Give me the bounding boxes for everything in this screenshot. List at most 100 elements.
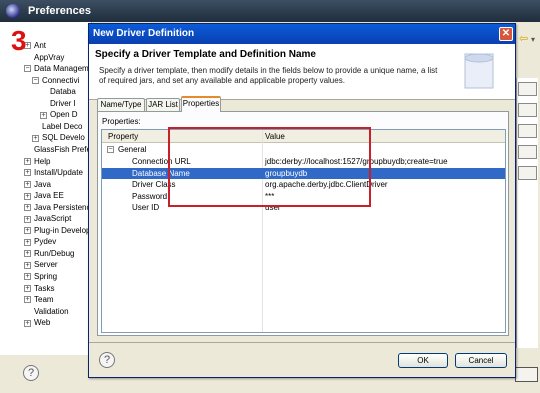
expand-icon[interactable]: + xyxy=(24,157,31,165)
tree-item[interactable]: Label Deco xyxy=(32,121,82,132)
tree-item-label: Databa xyxy=(50,87,76,97)
tree-item-label: Tasks xyxy=(34,283,55,293)
tree-item-label: SQL Develo xyxy=(42,133,85,143)
cancel-button[interactable]: Cancel xyxy=(455,353,507,368)
expand-icon[interactable]: + xyxy=(24,319,31,327)
expand-icon[interactable]: + xyxy=(24,180,31,188)
tab-properties[interactable]: Properties xyxy=(181,96,221,112)
expand-icon[interactable]: + xyxy=(24,261,31,269)
tree-item[interactable]: + Team xyxy=(24,294,54,305)
expand-icon[interactable]: + xyxy=(24,215,31,223)
close-icon[interactable]: ✕ xyxy=(499,27,513,41)
nav-menu-icon[interactable]: ▾ xyxy=(531,35,535,44)
tree-item[interactable]: AppVray xyxy=(24,52,64,63)
tree-item[interactable]: + Java xyxy=(24,179,51,190)
side-button-2[interactable] xyxy=(518,103,537,117)
driver-wizard-icon xyxy=(464,53,494,89)
tree-item-label: Install/Update xyxy=(34,168,83,178)
tree-item-label: Driver I xyxy=(50,98,76,108)
tree-item[interactable]: + Java Persistenc xyxy=(24,202,90,213)
expand-icon[interactable]: + xyxy=(24,169,31,177)
tree-item[interactable]: + Ant xyxy=(24,40,46,51)
tree-item[interactable]: + Tasks xyxy=(24,283,54,294)
tree-item[interactable]: + Server xyxy=(24,259,58,270)
tree-item[interactable]: + SQL Develo xyxy=(32,132,85,143)
tree-item[interactable]: + Help xyxy=(24,156,50,167)
tree-item-label: Help xyxy=(34,156,51,166)
tree-item[interactable]: Driver I xyxy=(40,98,76,109)
tree-item[interactable]: − Data Managem xyxy=(24,63,89,74)
side-button-3[interactable] xyxy=(518,124,537,138)
tree-item-label: Server xyxy=(34,260,58,270)
expand-icon[interactable]: + xyxy=(24,227,31,235)
tree-item[interactable]: Databa xyxy=(40,86,76,97)
tree-item-label: Validation xyxy=(34,306,69,316)
dialog-description: Specify a driver template, then modify d… xyxy=(99,66,438,85)
preferences-tree: + Ant AppVray − Data Managem − Connectivi Datab… xyxy=(0,22,92,355)
collapse-icon[interactable]: − xyxy=(107,146,114,153)
tree-item[interactable]: + Plug-in Develop xyxy=(24,225,90,236)
tree-item-label: Web xyxy=(34,318,51,328)
group-label: General xyxy=(118,145,147,154)
tree-item-label: Label Deco xyxy=(42,121,83,131)
expand-icon[interactable]: + xyxy=(40,111,47,119)
eclipse-logo-icon xyxy=(6,4,20,18)
footer-separator xyxy=(89,342,515,343)
tab-name-type[interactable]: Name/Type xyxy=(97,98,145,111)
tab-jar-list[interactable]: JAR List xyxy=(146,98,180,111)
preferences-content-panel xyxy=(516,78,538,348)
expand-icon[interactable]: + xyxy=(24,204,31,212)
tree-item-label: AppVray xyxy=(34,52,65,62)
tree-item-label: Plug-in Develop xyxy=(34,225,91,235)
expand-icon[interactable]: + xyxy=(24,273,31,281)
column-header-property[interactable]: Property xyxy=(108,132,138,141)
tree-item-label: Java xyxy=(34,179,51,189)
back-arrow-icon[interactable]: ⇦ xyxy=(519,32,528,45)
side-button-4[interactable] xyxy=(518,145,537,159)
expand-icon[interactable]: + xyxy=(24,192,31,200)
tree-item-label: GlassFish Prefe xyxy=(34,144,91,154)
preferences-titlebar: Preferences xyxy=(0,0,540,22)
tree-item-label: Spring xyxy=(34,272,58,281)
dialog-heading: Specify a Driver Template and Definition… xyxy=(95,49,316,60)
annotation-highlight-box xyxy=(168,127,371,207)
tree-item-label: JavaScript xyxy=(34,214,72,224)
tree-item[interactable]: + Java EE xyxy=(24,190,64,201)
tree-item[interactable]: + Spring xyxy=(24,271,57,282)
annotation-step-number: 3 xyxy=(11,25,27,56)
tree-item-label: Data Managem xyxy=(34,64,89,74)
tree-item[interactable]: + JavaScript xyxy=(24,213,71,224)
property-name: Password xyxy=(132,191,168,201)
tree-item-label: Java EE xyxy=(34,191,64,201)
tree-item-label: Team xyxy=(34,295,54,305)
tree-item[interactable]: Validation xyxy=(24,306,69,317)
tree-item-label: Java Persistenc xyxy=(34,202,91,212)
tree-item[interactable]: GlassFish Prefe xyxy=(24,144,91,155)
tree-item-label: Ant xyxy=(34,41,47,50)
expand-icon[interactable]: + xyxy=(24,250,31,258)
properties-label: Properties: xyxy=(102,117,141,126)
property-name: User ID xyxy=(132,203,160,213)
preferences-help-icon[interactable]: ? xyxy=(23,365,39,381)
dialog-banner: Specify a Driver Template and Definition… xyxy=(89,44,515,100)
ok-button[interactable]: OK xyxy=(398,353,448,368)
collapse-icon[interactable]: − xyxy=(32,77,39,85)
tree-item[interactable]: − Connectivi xyxy=(32,75,79,86)
side-button-5[interactable] xyxy=(518,166,537,180)
expand-icon[interactable]: + xyxy=(24,284,31,292)
tree-item[interactable]: + Pydev xyxy=(24,236,56,247)
tree-item[interactable]: + Open D xyxy=(40,109,78,120)
expand-icon[interactable]: + xyxy=(24,238,31,246)
expand-icon[interactable]: + xyxy=(24,296,31,304)
dialog-titlebar: New Driver Definition ✕ xyxy=(89,24,515,44)
tree-item[interactable]: + Install/Update xyxy=(24,167,83,178)
tree-item[interactable]: + Web xyxy=(24,317,50,328)
collapse-icon[interactable]: − xyxy=(24,65,31,73)
expand-icon[interactable]: + xyxy=(32,134,39,142)
tree-item[interactable]: + Run/Debug xyxy=(24,248,74,259)
tree-item-label: Connectivi xyxy=(42,75,80,85)
help-icon[interactable]: ? xyxy=(99,352,115,368)
side-button-1[interactable] xyxy=(518,82,537,96)
tree-item-label: Open D xyxy=(50,110,78,120)
preferences-ok-button[interactable] xyxy=(515,367,538,382)
